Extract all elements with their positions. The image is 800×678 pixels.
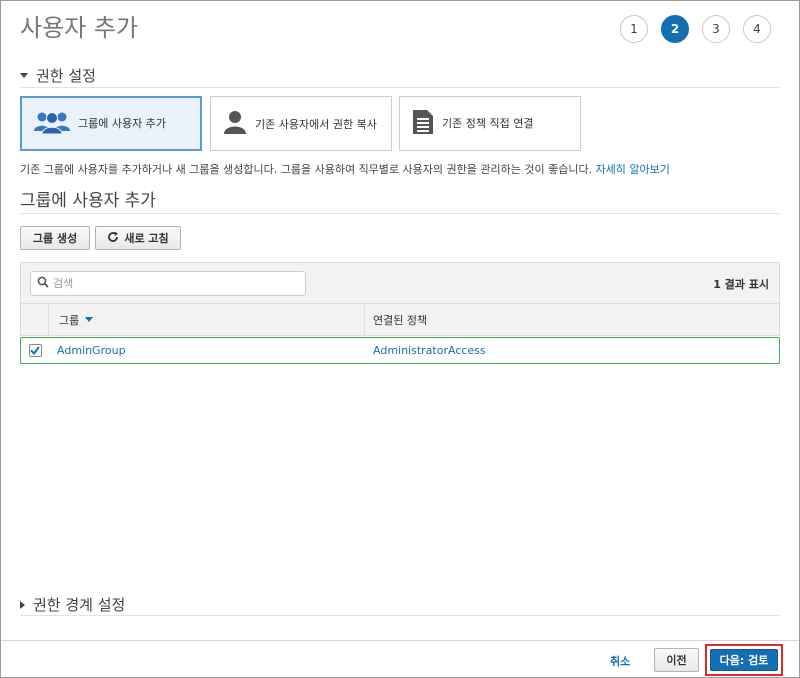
permissions-heading: 권한 설정 xyxy=(36,67,96,85)
refresh-icon xyxy=(107,231,119,246)
sort-desc-icon xyxy=(85,317,94,322)
groups-table: 1 결과 표시 그룹 연결된 정책 AdminGroup Administrat… xyxy=(20,262,780,364)
option-label: 기존 정책 직접 연결 xyxy=(442,117,534,130)
group-name-link[interactable]: AdminGroup xyxy=(49,344,365,357)
caret-down-icon xyxy=(20,73,28,78)
boundary-section-header[interactable]: 권한 경계 설정 xyxy=(20,594,780,616)
option-label: 그룹에 사용자 추가 xyxy=(78,117,166,130)
next-button-highlight: 다음: 검토 xyxy=(705,644,783,676)
policy-link[interactable]: AdministratorAccess xyxy=(365,344,779,357)
option-copy-permissions[interactable]: 기존 사용자에서 권한 복사 xyxy=(210,96,392,151)
next-review-button[interactable]: 다음: 검토 xyxy=(710,649,778,671)
option-add-to-group[interactable]: 그룹에 사용자 추가 xyxy=(20,96,202,151)
boundary-heading: 권한 경계 설정 xyxy=(33,596,126,614)
caret-right-icon xyxy=(20,600,25,609)
table-toolbar: 1 결과 표시 xyxy=(20,262,780,304)
checkmark-icon xyxy=(30,346,40,355)
step-1[interactable]: 1 xyxy=(620,15,648,43)
option-attach-policy[interactable]: 기존 정책 직접 연결 xyxy=(399,96,581,151)
group-section-heading: 그룹에 사용자 추가 xyxy=(20,186,780,214)
column-header-group[interactable]: 그룹 xyxy=(49,304,365,335)
step-indicator: 1 2 3 4 xyxy=(620,15,771,43)
users-group-icon xyxy=(34,109,70,138)
step-4[interactable]: 4 xyxy=(743,15,771,43)
search-box[interactable] xyxy=(30,271,306,296)
column-header-policy: 연결된 정책 xyxy=(373,313,428,327)
option-label: 기존 사용자에서 권한 복사 xyxy=(255,118,377,131)
refresh-button[interactable]: 새로 고침 xyxy=(95,226,181,250)
step-3[interactable]: 3 xyxy=(702,15,730,43)
search-icon xyxy=(37,276,49,291)
footer-bar: 취소 이전 다음: 검토 xyxy=(1,640,799,677)
table-header: 그룹 연결된 정책 xyxy=(20,304,780,336)
previous-button[interactable]: 이전 xyxy=(654,648,699,672)
row-checkbox[interactable] xyxy=(28,344,42,357)
result-count: 1 결과 표시 xyxy=(713,278,769,291)
search-input[interactable] xyxy=(53,277,293,290)
create-group-button[interactable]: 그룹 생성 xyxy=(20,226,90,250)
page-title: 사용자 추가 xyxy=(20,14,139,42)
table-row[interactable]: AdminGroup AdministratorAccess xyxy=(20,337,780,364)
step-2[interactable]: 2 xyxy=(661,15,689,43)
permissions-section-header[interactable]: 권한 설정 xyxy=(20,64,780,88)
select-all-column xyxy=(21,304,49,335)
cancel-button[interactable]: 취소 xyxy=(610,653,630,669)
user-icon xyxy=(223,109,247,138)
learn-more-link[interactable]: 자세히 알아보기 xyxy=(596,163,670,176)
document-icon xyxy=(412,109,434,138)
permissions-description: 기존 그룹에 사용자를 추가하거나 새 그룹을 생성합니다. 그룹을 사용하여 … xyxy=(20,163,670,176)
